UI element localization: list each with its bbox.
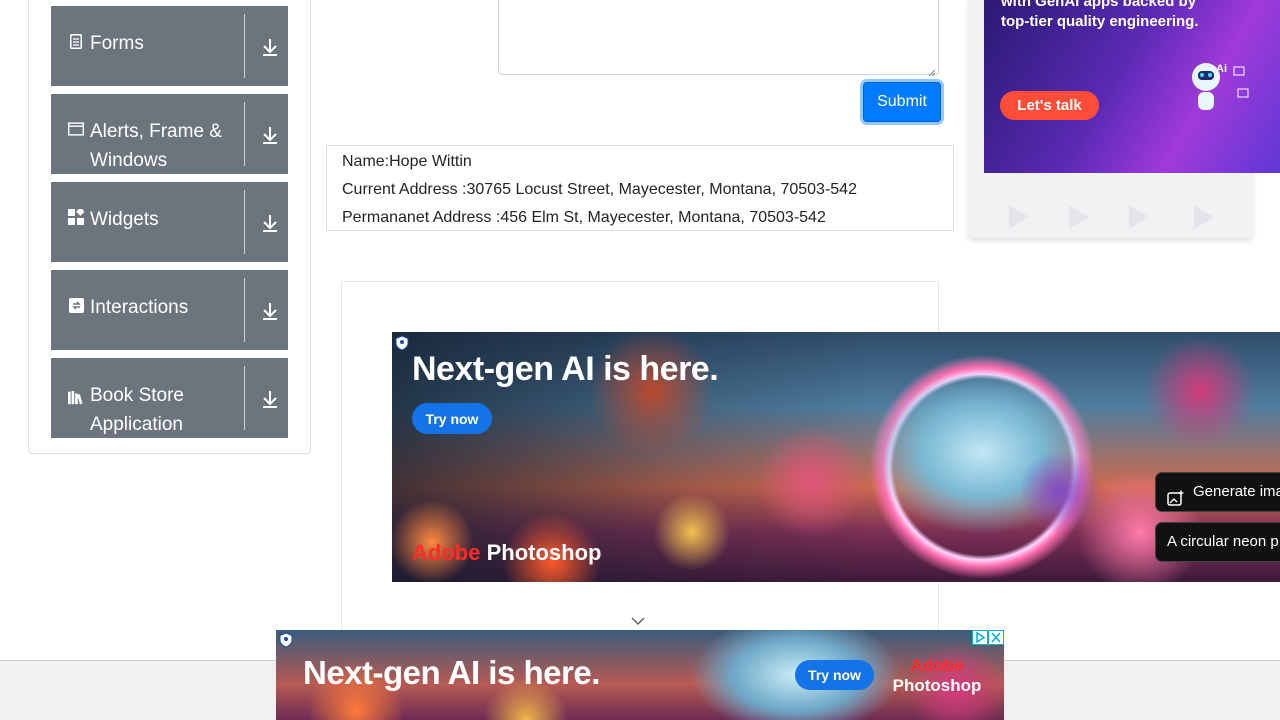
- robot-icon: Ai: [1174, 55, 1264, 130]
- adchoices-icon[interactable]: [972, 630, 988, 645]
- download-icon[interactable]: [261, 37, 279, 57]
- window-icon: [68, 121, 84, 137]
- output-permanent-address: Permananet Address :456 Elm St, Mayecest…: [342, 209, 826, 226]
- chevron-down-icon[interactable]: [631, 613, 645, 626]
- try-now-button[interactable]: Try now: [412, 403, 492, 434]
- sidebar-item-forms[interactable]: Forms: [51, 6, 288, 86]
- output-current-address: Current Address :30765 Locust Street, Ma…: [342, 181, 857, 198]
- document-icon: [68, 33, 84, 49]
- download-icon[interactable]: [261, 301, 279, 321]
- output-name: Name:Hope Wittin: [342, 153, 472, 170]
- ad-badge-icon: [395, 335, 409, 351]
- sidebar-item-book-store[interactable]: Book Store Application: [51, 358, 288, 438]
- submit-button[interactable]: Submit: [863, 82, 941, 122]
- divider: [244, 190, 245, 254]
- sidebar-item-label: Widgets: [90, 209, 159, 230]
- divider: [244, 278, 245, 342]
- resize-handle-icon[interactable]: [928, 64, 936, 77]
- ad-badge-icon: [279, 632, 293, 648]
- download-icon[interactable]: [261, 389, 279, 409]
- adobe-photoshop-logo: Adobe Photoshop: [412, 540, 602, 565]
- svg-text:Ai: Ai: [1216, 63, 1227, 75]
- close-icon[interactable]: [988, 630, 1004, 645]
- sidebar-item-alerts-frame-windows[interactable]: Alerts, Frame & Windows: [51, 94, 288, 174]
- right-ad-banner[interactable]: with GenAI apps backed by top-tier quali…: [984, 0, 1280, 173]
- sidebar-item-label: Interactions: [90, 297, 189, 318]
- sidebar-item-label: Forms: [90, 33, 144, 54]
- adobe-photoshop-logo: Adobe Photoshop: [892, 656, 982, 695]
- sidebar-item-widgets[interactable]: Widgets: [51, 182, 288, 262]
- ad-headline: Next-gen AI is here.: [412, 350, 719, 388]
- library-icon: [68, 389, 84, 405]
- interactions-icon: [68, 297, 84, 313]
- download-icon[interactable]: [261, 213, 279, 233]
- ad-headline: with GenAI apps backed by top-tier quali…: [1001, 0, 1199, 30]
- widgets-icon: [68, 209, 84, 225]
- divider: [244, 102, 245, 166]
- image-sparkle-icon: [1167, 484, 1184, 506]
- sidebar-item-label: Book Store Application: [90, 385, 184, 435]
- sidebar: Forms Alerts, Frame & Windows Widgets In…: [28, 0, 311, 454]
- divider: [244, 14, 245, 78]
- ad-headline: Next-gen AI is here.: [303, 654, 600, 691]
- download-icon[interactable]: [261, 125, 279, 145]
- permanent-address-textarea[interactable]: [498, 0, 939, 77]
- lets-talk-button[interactable]: Let's talk: [1000, 91, 1099, 120]
- divider: [244, 366, 245, 430]
- photoshop-ad-banner[interactable]: Next-gen AI is here. Try now Adobe Photo…: [392, 332, 1280, 582]
- output-panel: Name:Hope Wittin Current Address :30765 …: [326, 145, 954, 231]
- try-now-button[interactable]: Try now: [795, 660, 874, 690]
- sidebar-item-label: Alerts, Frame & Windows: [90, 121, 222, 171]
- generate-image-chip[interactable]: Generate ima: [1155, 472, 1280, 512]
- prompt-chip[interactable]: A circular neon p: [1155, 522, 1280, 562]
- bottom-ad-banner[interactable]: Next-gen AI is here. Try now Adobe Photos…: [276, 630, 1004, 720]
- sidebar-item-interactions[interactable]: Interactions: [51, 270, 288, 350]
